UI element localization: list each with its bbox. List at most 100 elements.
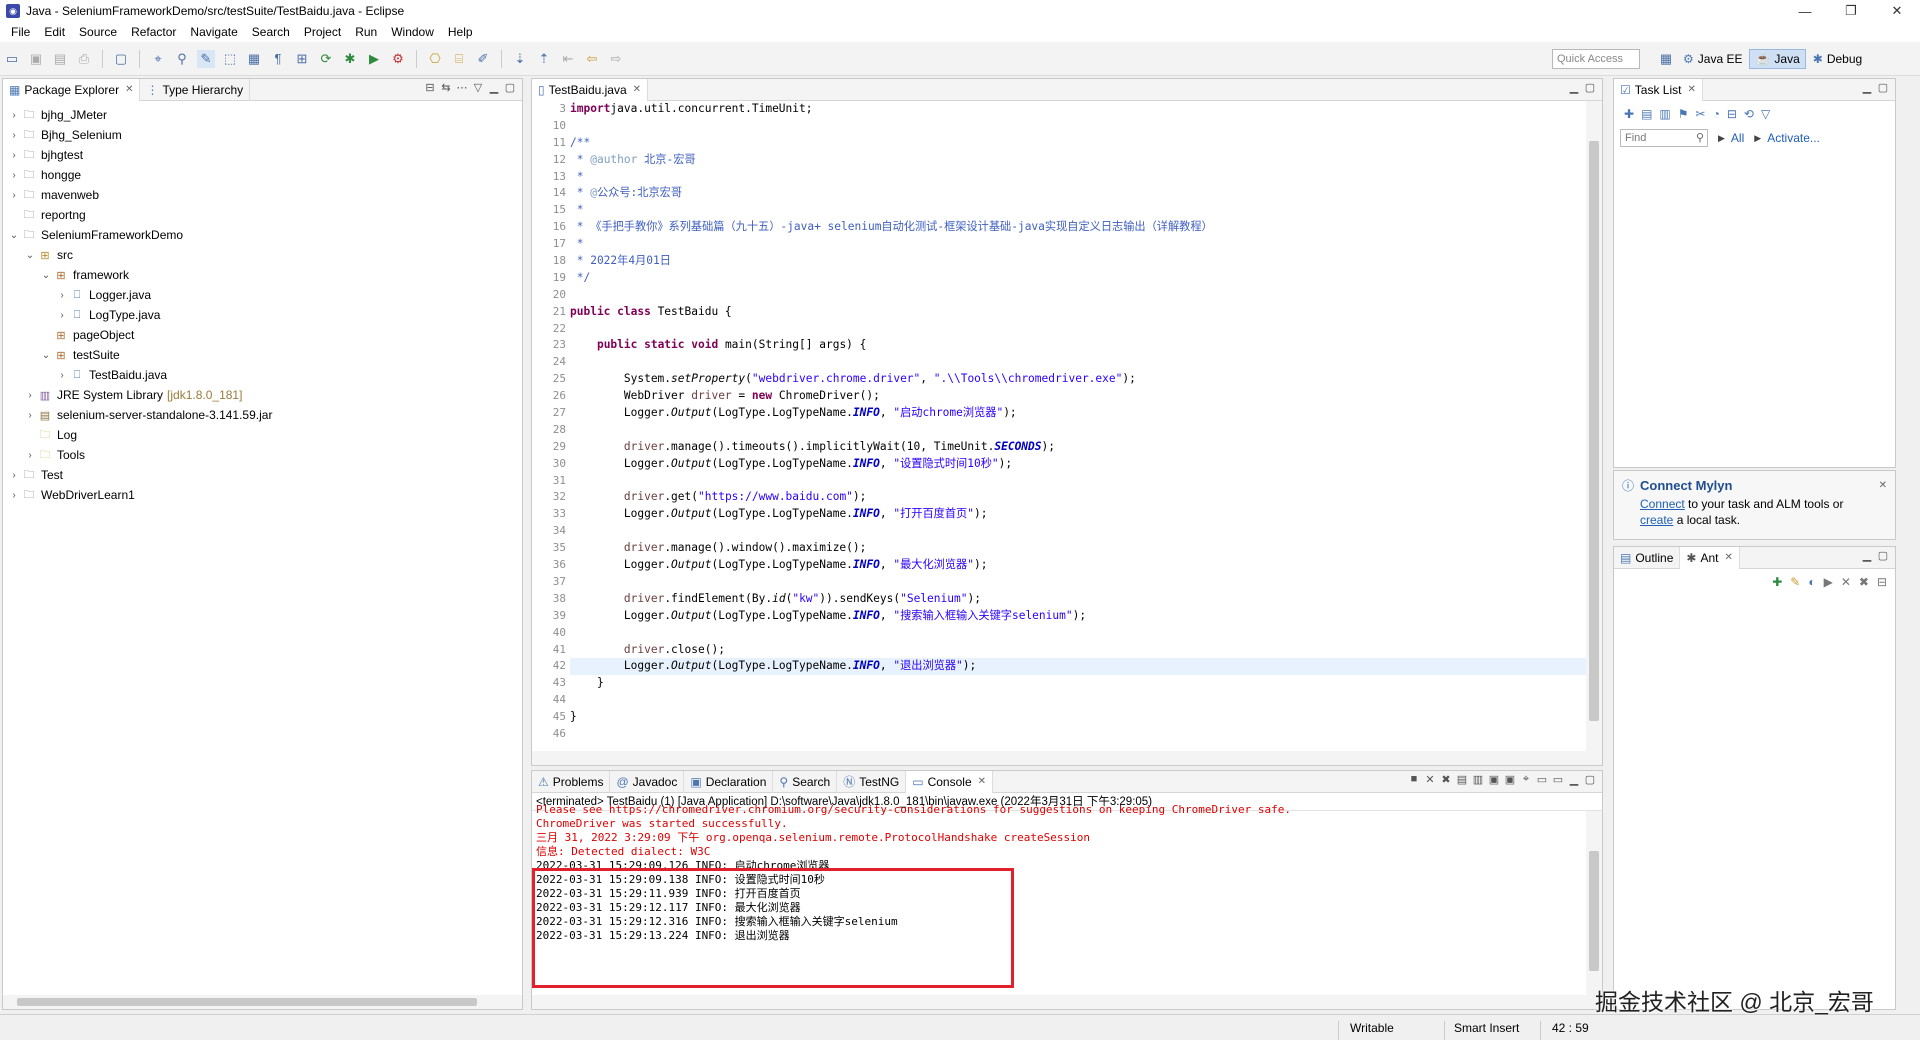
create-link[interactable]: create [1640,513,1673,527]
find-input[interactable]: Find ⚲ [1620,129,1708,147]
tree-item[interactable]: › 🗀 Tools [3,445,522,465]
menu-window[interactable]: Window [384,25,441,39]
open-perspective-icon[interactable]: ▦ [1657,50,1675,68]
link-editor-icon[interactable]: ⇆ [438,81,454,94]
collapse-all-icon[interactable]: ⊟ [422,81,438,94]
horizontal-scrollbar[interactable] [3,995,522,1009]
maximize-view-icon[interactable]: ▢ [502,81,518,94]
tab-console[interactable]: ▭ Console ✕ [906,770,994,793]
minimize-view-icon[interactable]: ▁ [1566,81,1582,94]
minimize-button[interactable]: — [1782,0,1828,22]
chevron-right-icon[interactable]: › [7,190,21,201]
open-console-icon[interactable]: ▭ [1550,773,1566,786]
run-target-icon[interactable]: ▶ [1824,575,1833,589]
chevron-down-icon[interactable]: ⌄ [7,230,21,241]
remove-all-icon[interactable]: ✖ [1859,575,1869,589]
chevron-right-icon[interactable]: › [23,450,37,461]
remove-all-terminated-icon[interactable]: ✖ [1438,773,1454,786]
tab-testng[interactable]: Ⓝ TestNG [837,770,907,793]
hide-internal-icon[interactable]: ◐ [1808,575,1815,589]
tab-package-explorer[interactable]: ▦ Package Explorer ✕ [3,78,141,101]
menu-help[interactable]: Help [441,25,480,39]
chevron-down-icon[interactable]: ⌄ [39,350,53,361]
connect-link[interactable]: Connect [1640,497,1685,511]
tab-type-hierarchy[interactable]: ⋮ Type Hierarchy [140,78,251,101]
show-stdout-icon[interactable]: ▣ [1486,773,1502,786]
tree-item[interactable]: › 🗀 bjhg_JMeter [3,105,522,125]
activate-link[interactable]: Activate... [1767,131,1820,145]
tree-item[interactable]: › ⎕ LogType.java [3,305,522,325]
maximize-view-icon[interactable]: ▢ [1875,81,1891,94]
prev-annotation-icon[interactable]: ⇡ [535,50,553,68]
menu-file[interactable]: File [4,25,37,39]
close-icon[interactable]: ✕ [633,84,641,95]
tree-item[interactable]: › 🗀 bjhgtest [3,145,522,165]
chevron-down-icon[interactable]: ⌄ [23,250,37,261]
remove-launch-icon[interactable]: ✕ [1422,773,1438,786]
next-annotation-icon[interactable]: ⇣ [511,50,529,68]
categorized-icon[interactable]: ▤ [1641,107,1652,121]
horizontal-scrollbar[interactable] [532,995,1602,1009]
close-icon[interactable]: ✕ [1724,552,1732,563]
chevron-right-icon[interactable]: › [7,470,21,481]
tree-item[interactable]: ⌄ ⊞ framework [3,265,522,285]
view-menu-icon[interactable]: ⋯ [454,81,470,94]
all-link[interactable]: All [1731,131,1744,145]
scheduled-icon[interactable]: ▥ [1659,107,1670,121]
testng-icon[interactable]: ⊞ [293,50,311,68]
tree-item[interactable]: › 🗀 Bjhg_Selenium [3,125,522,145]
chevron-right-icon[interactable]: › [7,150,21,161]
last-edit-icon[interactable]: ⇤ [559,50,577,68]
chevron-right-icon[interactable]: › [7,130,21,141]
toggle-icon[interactable]: ▦ [245,50,263,68]
tab-ant[interactable]: ✱ Ant ✕ [1680,546,1740,569]
menu-navigate[interactable]: Navigate [183,25,244,39]
tab-testbaidu-java[interactable]: ▯ TestBaidu.java ✕ [532,78,649,101]
close-icon[interactable]: ✕ [125,84,133,95]
minimize-view-icon[interactable]: ▁ [1859,81,1875,94]
menu-edit[interactable]: Edit [37,25,72,39]
menu-refactor[interactable]: Refactor [124,25,183,39]
remove-icon[interactable]: ✕ [1841,575,1851,589]
perspective-java[interactable]: ☕ Java [1749,49,1806,69]
tab-problems[interactable]: ⚠ Problems [532,770,611,793]
code-area[interactable]: importjava.util.concurrent.TimeUnit;/** … [570,101,1586,751]
tree-item[interactable]: ⊞ pageObject [3,325,522,345]
quick-access-input[interactable]: Quick Access [1552,49,1640,69]
external-tools-icon[interactable]: ⚙ [389,50,407,68]
search-buildfile-icon[interactable]: ✎ [1790,575,1800,589]
focus-icon[interactable]: ◔ [1713,107,1720,121]
filter-icon[interactable]: ⚑ [1678,107,1689,121]
open-folder-icon[interactable]: ⌸ [450,50,468,68]
tree-item[interactable]: › 🗀 WebDriverLearn1 [3,485,522,505]
menu-search[interactable]: Search [245,25,297,39]
minimize-view-icon[interactable]: ▁ [486,81,502,94]
chevron-right-icon[interactable]: › [7,110,21,121]
maximize-view-icon[interactable]: ▢ [1875,549,1891,562]
word-wrap-icon[interactable]: ▥ [1470,773,1486,786]
pin-console-icon[interactable]: ⌖ [1518,773,1534,786]
terminate-icon[interactable]: ■ [1406,773,1422,786]
mark-occurrences-icon[interactable]: ✎ [197,49,215,68]
tree-item[interactable]: › ▥ JRE System Library [jdk1.8.0_181] [3,385,522,405]
code-editor[interactable]: 3 10 11 12 13 14 15 16 17 18 19 20 21 22 23 24 25 26 27 28 2… [532,101,1602,765]
chevron-right-icon[interactable]: › [23,390,37,401]
menu-source[interactable]: Source [72,25,124,39]
scroll-lock-icon[interactable]: ▤ [1454,773,1470,786]
tree-item[interactable]: › 🗀 hongge [3,165,522,185]
chevron-right-icon[interactable]: › [7,170,21,181]
perspective-java-ee[interactable]: ⚙ Java EE [1678,50,1747,68]
print-icon[interactable]: ⎙ [75,50,93,68]
refresh-icon[interactable]: ⟳ [317,50,335,68]
tab-outline[interactable]: ▤ Outline [1614,546,1681,569]
perspective-debug[interactable]: ✱ Debug [1808,50,1867,68]
debug-icon[interactable]: ✱ [341,50,359,68]
tree-item[interactable]: ⌄ 🗀 SeleniumFrameworkDemo [3,225,522,245]
block-selection-icon[interactable]: ⬚ [221,50,239,68]
tree-item[interactable]: ⌄ ⊞ src [3,245,522,265]
close-window-button[interactable]: ✕ [1874,0,1920,22]
chevron-right-icon[interactable]: › [23,410,37,421]
vertical-scrollbar[interactable] [1586,101,1602,751]
save-icon[interactable]: ▣ [27,50,45,68]
minimize-view-icon[interactable]: ▁ [1566,773,1582,786]
